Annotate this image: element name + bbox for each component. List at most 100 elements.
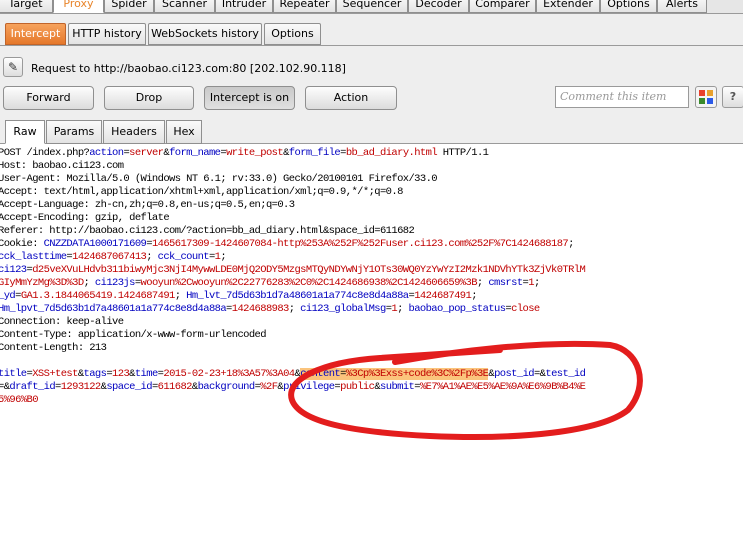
action-button[interactable]: Action <box>305 86 397 110</box>
request-token: Content-Type: application/x-www-form-url… <box>0 329 267 341</box>
highlight-color-icon[interactable] <box>695 86 717 108</box>
request-token: 2015-02-23+18%3A57%3A04 <box>163 368 295 380</box>
request-line: =&draft_id=1293122&space_id=611682&backg… <box>0 381 586 394</box>
tab-intercept[interactable]: Intercept <box>5 23 66 45</box>
request-token: ci123js <box>94 277 136 289</box>
request-token: cck_count <box>157 251 210 263</box>
request-token: Cookie: <box>0 238 44 250</box>
request-token: ; <box>220 251 227 263</box>
request-token: test_id <box>545 368 586 380</box>
tab-params[interactable]: Params <box>46 120 102 144</box>
request-token: Referer: http://baobao.ci123.com/?action… <box>0 225 415 237</box>
request-token: baobao_pop_status <box>408 303 507 315</box>
request-token: cmsrst <box>488 277 523 289</box>
request-line: cck_lasttime=1424687067413; cck_count=1; <box>0 251 227 264</box>
message-view-tab-bar: Raw Params Headers Hex <box>0 114 743 144</box>
request-token: _yd <box>0 290 16 302</box>
request-token: ; <box>288 303 301 315</box>
request-token: privilege <box>283 381 335 393</box>
request-token: =& <box>0 381 10 393</box>
request-token: GA1.3.1844065419.1424687491 <box>20 290 176 302</box>
request-token: d25veXVuLHdvb311biwyMjc3NjI4MywwLDE0MjQ2… <box>32 264 586 276</box>
request-token: POST /index.php? <box>0 147 90 159</box>
help-icon[interactable]: ? <box>722 86 743 108</box>
request-token: form_name <box>169 147 221 159</box>
request-line: User-Agent: Mozilla/5.0 (Windows NT 6.1;… <box>0 173 438 186</box>
edit-pencil-icon[interactable]: ✎ <box>3 57 23 77</box>
request-token: form_file <box>288 147 341 159</box>
request-token: background <box>197 381 256 393</box>
tab-websockets-history[interactable]: WebSockets history <box>148 23 262 45</box>
tab-raw[interactable]: Raw <box>5 120 45 144</box>
request-token: wooyun%2Cwooyun%2C22776283%2C0%2C1424686… <box>140 277 478 289</box>
request-token: write_post <box>226 147 284 159</box>
comment-input[interactable]: Comment this item <box>555 86 689 108</box>
request-info-bar: ✎ Request to http://baobao.ci123.com:80 … <box>0 46 743 84</box>
tab-alerts[interactable]: Alerts <box>657 0 707 13</box>
request-token: Hm_lpvt_7d5d63b1d7a48601a1a774c8e8d4a88a <box>0 303 227 315</box>
raw-request-editor[interactable]: POST /index.php?action=server&form_name=… <box>0 145 743 540</box>
request-line: Referer: http://baobao.ci123.com/?action… <box>0 225 415 238</box>
forward-button[interactable]: Forward <box>3 86 94 110</box>
request-line: Content-Length: 213 <box>0 342 107 355</box>
tab-hex[interactable]: Hex <box>166 120 202 144</box>
request-line: _yd=GA1.3.1844065419.1424687491; Hm_lvt_… <box>0 290 477 303</box>
request-line: Cookie: CNZZDATA1000171609=1465617309-14… <box>0 238 574 251</box>
tab-options[interactable]: Options <box>600 0 657 13</box>
request-target-label: Request to http://baobao.ci123.com:80 [2… <box>31 62 346 75</box>
request-token: XSS+test <box>32 368 78 380</box>
main-tab-bar: Target Proxy Spider Scanner Intruder Rep… <box>0 0 743 14</box>
request-token: 1465617309-1424607084-http%253A%252F%252… <box>151 238 569 250</box>
tab-spider[interactable]: Spider <box>104 0 154 13</box>
request-token: 1424687067413 <box>72 251 147 263</box>
request-token: Hm_lvt_7d5d63b1d7a48601a1a774c8e8d4a88a <box>186 290 409 302</box>
tab-proxy[interactable]: Proxy <box>53 0 104 13</box>
request-token: 1424687491 <box>414 290 472 302</box>
request-token: close <box>511 303 540 315</box>
tab-comparer[interactable]: Comparer <box>469 0 536 13</box>
request-token: post_id <box>494 368 535 380</box>
request-line: Accept-Encoding: gzip, deflate <box>0 212 170 225</box>
request-token: ; <box>533 277 540 289</box>
request-token: = <box>340 368 346 380</box>
tab-repeater[interactable]: Repeater <box>273 0 336 13</box>
request-token: =& <box>533 368 546 380</box>
request-line: Accept: text/html,application/xhtml+xml,… <box>0 186 403 199</box>
request-token: ; <box>83 277 95 289</box>
request-token: draft_id <box>9 381 56 393</box>
request-line: ci123=d25veXVuLHdvb311biwyMjc3NjI4MywwLD… <box>0 264 586 277</box>
request-token: tags <box>83 368 107 380</box>
tab-scanner[interactable]: Scanner <box>154 0 215 13</box>
request-line: Content-Type: application/x-www-form-url… <box>0 329 267 342</box>
request-token: action <box>89 147 124 159</box>
tab-proxy-options[interactable]: Options <box>264 23 321 45</box>
tab-http-history[interactable]: HTTP history <box>68 23 146 45</box>
request-line: Host: baobao.ci123.com <box>0 160 124 173</box>
request-token: ; <box>146 251 158 263</box>
tab-sequencer[interactable]: Sequencer <box>336 0 408 13</box>
tab-target[interactable]: Target <box>0 0 53 13</box>
request-token: Accept-Encoding: gzip, deflate <box>0 212 170 224</box>
request-token: %E7%A1%AE%E5%AE%9A%E6%9B%B4%E <box>419 381 586 393</box>
tab-decoder[interactable]: Decoder <box>408 0 469 13</box>
request-token: User-Agent: Mozilla/5.0 (Windows NT 6.1;… <box>0 173 438 185</box>
request-line: Hm_lpvt_7d5d63b1d7a48601a1a774c8e8d4a88a… <box>0 303 540 316</box>
request-token: space_id <box>106 381 152 393</box>
proxy-sub-tab-bar: Intercept HTTP history WebSockets histor… <box>0 14 743 46</box>
request-token: ; <box>174 290 187 302</box>
request-token: cck_lasttime <box>0 251 67 263</box>
request-token: Accept: text/html,application/xhtml+xml,… <box>0 186 403 198</box>
request-token: 1424688983 <box>231 303 290 315</box>
request-token: %3Cp%3Exss+code%3C%2Fp%3E <box>345 368 489 380</box>
request-token: 611682 <box>157 381 193 393</box>
drop-button[interactable]: Drop <box>104 86 194 110</box>
intercept-toggle-button[interactable]: Intercept is on <box>204 86 295 110</box>
tab-headers[interactable]: Headers <box>103 120 165 144</box>
request-line: POST /index.php?action=server&form_name=… <box>0 147 489 160</box>
tab-extender[interactable]: Extender <box>536 0 600 13</box>
request-line: title=XSS+test&tags=123&time=2015-02-23+… <box>0 368 586 381</box>
request-line: GIyMmYzMg%3D%3D; ci123js=wooyun%2Cwooyun… <box>0 277 540 290</box>
request-token: 1293122 <box>60 381 102 393</box>
tab-intruder[interactable]: Intruder <box>215 0 273 13</box>
request-token: time <box>134 368 158 380</box>
